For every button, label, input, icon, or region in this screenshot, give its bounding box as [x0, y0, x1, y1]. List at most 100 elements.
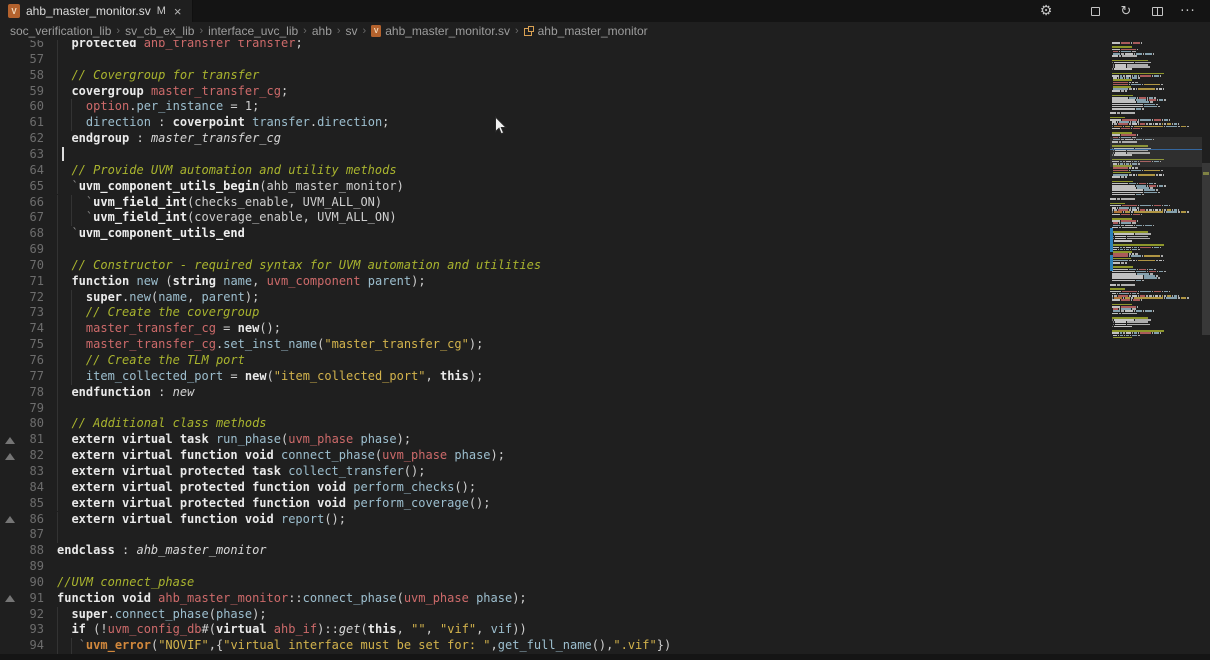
code-line-92[interactable]: 92super.connect_phase(phase);	[0, 607, 1100, 623]
code-line-72[interactable]: 72super.new(name, parent);	[0, 290, 1100, 306]
code-line-58[interactable]: 58// Covergroup for transfer	[0, 68, 1100, 84]
minimap[interactable]	[1110, 40, 1202, 660]
code-line-57[interactable]: 57	[0, 52, 1100, 68]
code-line-60[interactable]: 60option.per_instance = 1;	[0, 99, 1100, 115]
code-token: );	[252, 607, 266, 621]
minimap-token	[1119, 55, 1121, 57]
code-line-73[interactable]: 73// Create the covergroup	[0, 305, 1100, 321]
line-number[interactable]: 71	[0, 274, 44, 290]
line-number[interactable]: 89	[0, 559, 44, 575]
breadcrumb-item-sv_cb_ex_lib[interactable]: sv_cb_ex_lib	[125, 24, 194, 38]
code-line-56[interactable]: 56protected ahb_transfer transfer;	[0, 40, 1100, 52]
code-line-70[interactable]: 70// Constructor - required syntax for U…	[0, 258, 1100, 274]
line-number[interactable]: 63	[0, 147, 44, 163]
code-line-65[interactable]: 65`uvm_component_utils_begin(ahb_master_…	[0, 179, 1100, 195]
line-number[interactable]: 56	[0, 40, 44, 52]
line-number[interactable]: 78	[0, 385, 44, 401]
line-number[interactable]: 74	[0, 321, 44, 337]
code-line-88[interactable]: 88endclass : ahb_master_monitor	[0, 543, 1100, 559]
code-line-86[interactable]: 86extern virtual function void report();	[0, 512, 1100, 528]
line-number[interactable]: 79	[0, 401, 44, 417]
line-number[interactable]: 83	[0, 464, 44, 480]
code-line-71[interactable]: 71function new (string name, uvm_compone…	[0, 274, 1100, 290]
line-number[interactable]: 72	[0, 290, 44, 306]
line-number[interactable]: 57	[0, 52, 44, 68]
line-number[interactable]: 94	[0, 638, 44, 654]
code-line-64[interactable]: 64// Provide UVM automation and utility …	[0, 163, 1100, 179]
code-line-83[interactable]: 83extern virtual protected task collect_…	[0, 464, 1100, 480]
code-line-69[interactable]: 69	[0, 242, 1100, 258]
code-line-79[interactable]: 79	[0, 401, 1100, 417]
line-number[interactable]: 61	[0, 115, 44, 131]
line-number[interactable]: 76	[0, 353, 44, 369]
vscode-window: V ahb_master_monitor.sv M × ⚙ ↻ ··· soc_ve…	[0, 0, 1210, 660]
line-number[interactable]: 70	[0, 258, 44, 274]
code-line-75[interactable]: 75master_transfer_cg.set_inst_name("mast…	[0, 337, 1100, 353]
code-line-76[interactable]: 76// Create the TLM port	[0, 353, 1100, 369]
code-line-93[interactable]: 93if (!uvm_config_db#(virtual ahb_if)::g…	[0, 622, 1100, 638]
vertical-scrollbar[interactable]	[1202, 40, 1210, 660]
code-line-84[interactable]: 84extern virtual protected function void…	[0, 480, 1100, 496]
sync-icon[interactable]: ↻	[1118, 3, 1134, 19]
line-number[interactable]: 77	[0, 369, 44, 385]
code-line-89[interactable]: 89	[0, 559, 1100, 575]
line-number[interactable]: 59	[0, 84, 44, 100]
line-number[interactable]: 80	[0, 416, 44, 432]
code-line-87[interactable]: 87	[0, 527, 1100, 543]
code-line-94[interactable]: 94`uvm_error("NOVIF",{"virtual interface…	[0, 638, 1100, 654]
line-number[interactable]: 90	[0, 575, 44, 591]
tab-close-icon[interactable]: ×	[174, 5, 182, 18]
code-line-82[interactable]: 82extern virtual function void connect_p…	[0, 448, 1100, 464]
line-number[interactable]: 88	[0, 543, 44, 559]
line-number[interactable]: 93	[0, 622, 44, 638]
line-number[interactable]: 75	[0, 337, 44, 353]
code-line-66[interactable]: 66`uvm_field_int(checks_enable, UVM_ALL_…	[0, 195, 1100, 211]
more-actions-icon[interactable]: ···	[1180, 3, 1196, 19]
code-line-90[interactable]: 90//UVM connect_phase	[0, 575, 1100, 591]
line-number[interactable]: 60	[0, 99, 44, 115]
line-number[interactable]: 86	[0, 512, 44, 528]
code-line-91[interactable]: 91function void ahb_master_monitor::conn…	[0, 591, 1100, 607]
line-number[interactable]: 67	[0, 210, 44, 226]
line-number[interactable]: 68	[0, 226, 44, 242]
line-number[interactable]: 69	[0, 242, 44, 258]
code-token: uvm_field_int	[93, 210, 187, 224]
line-number[interactable]: 66	[0, 195, 44, 211]
code-line-61[interactable]: 61direction : coverpoint transfer.direct…	[0, 115, 1100, 131]
breadcrumb-item-soc_verification_lib[interactable]: soc_verification_lib	[10, 24, 111, 38]
line-number[interactable]: 87	[0, 527, 44, 543]
line-number[interactable]: 62	[0, 131, 44, 147]
line-number[interactable]: 58	[0, 68, 44, 84]
code-line-80[interactable]: 80// Additional class methods	[0, 416, 1100, 432]
code-line-78[interactable]: 78endfunction : new	[0, 385, 1100, 401]
tab-ahb-master-monitor[interactable]: V ahb_master_monitor.sv M ×	[0, 0, 193, 22]
breadcrumb-item-ahb_master_monitor[interactable]: ahb_master_monitor	[524, 24, 648, 38]
line-number[interactable]: 84	[0, 480, 44, 496]
code-line-77[interactable]: 77item_collected_port = new("item_collec…	[0, 369, 1100, 385]
code-line-85[interactable]: 85extern virtual protected function void…	[0, 496, 1100, 512]
breadcrumb-item-ahb[interactable]: ahb	[312, 24, 332, 38]
code-line-59[interactable]: 59covergroup master_transfer_cg;	[0, 84, 1100, 100]
code-line-74[interactable]: 74master_transfer_cg = new();	[0, 321, 1100, 337]
code-line-63[interactable]: 63	[0, 147, 1100, 163]
code-line-67[interactable]: 67`uvm_field_int(coverage_enable, UVM_AL…	[0, 210, 1100, 226]
scrollbar-thumb[interactable]	[1202, 163, 1210, 335]
line-number[interactable]: 73	[0, 305, 44, 321]
line-number[interactable]: 82	[0, 448, 44, 464]
code-line-62[interactable]: 62endgroup : master_transfer_cg	[0, 131, 1100, 147]
minimap-viewport[interactable]	[1110, 137, 1202, 167]
breadcrumb-item-ahb_master_monitor.sv[interactable]: Vahb_master_monitor.sv	[371, 24, 510, 38]
line-number[interactable]: 91	[0, 591, 44, 607]
line-number[interactable]: 65	[0, 179, 44, 195]
line-number[interactable]: 85	[0, 496, 44, 512]
line-number[interactable]: 81	[0, 432, 44, 448]
settings-gear-icon[interactable]: ⚙	[1038, 3, 1054, 19]
split-editor-icon[interactable]	[1149, 3, 1165, 19]
breadcrumb-item-interface_uvc_lib[interactable]: interface_uvc_lib	[208, 24, 298, 38]
code-line-81[interactable]: 81extern virtual task run_phase(uvm_phas…	[0, 432, 1100, 448]
layout-square-icon[interactable]	[1087, 3, 1103, 19]
line-number[interactable]: 64	[0, 163, 44, 179]
breadcrumb-item-sv[interactable]: sv	[346, 24, 358, 38]
code-line-68[interactable]: 68`uvm_component_utils_end	[0, 226, 1100, 242]
line-number[interactable]: 92	[0, 607, 44, 623]
